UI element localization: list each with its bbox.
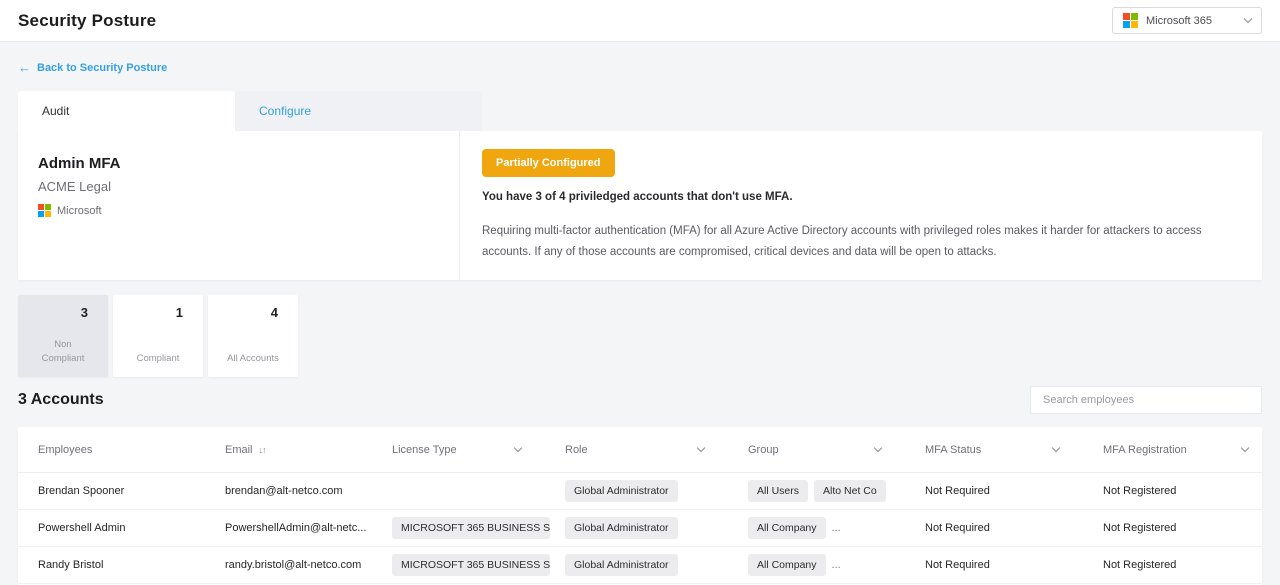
policy-title: Admin MFA [38,155,439,172]
group-chip: All Users [748,480,808,502]
table-row[interactable]: Powershell AdminPowershellAdmin@alt-netc… [18,510,1262,547]
stat-label: Non Compliant [18,338,108,378]
employee-name: Powershell Admin [38,522,225,534]
tab-bar: Audit Configure [18,91,1262,131]
topbar: Security Posture Microsoft 365 [0,0,1280,42]
column-label: Email [225,444,253,456]
table-body: Brendan Spoonerbrendan@alt-netco.com Glob… [18,473,1262,584]
groups-more: ... [832,559,841,571]
stat-card-compliant[interactable]: 1 Compliant [113,295,203,377]
group-cell: All Company... [748,517,925,539]
policy-detail-card: Admin MFA ACME Legal Microsoft Partially… [18,131,1262,280]
accounts-count-title: 3 Accounts [18,391,104,409]
stat-card-all-accounts[interactable]: 4 All Accounts [208,295,298,377]
chevron-down-icon [1052,444,1060,452]
stat-value: 1 [176,295,203,320]
mfa-status-value: Not Required [925,485,1103,497]
page-title: Security Posture [18,11,156,31]
sort-icons[interactable]: ↓↑ [259,445,266,455]
column-label: MFA Status [925,444,981,456]
group-cell: All Users Alto Net Co [748,480,925,502]
mfa-registration-value: Not Registered [1103,522,1262,534]
role-chip: Global Administrator [565,480,678,502]
column-header-license-type[interactable]: License Type [392,444,565,456]
license-chip: MICROSOFT 365 BUSINESS STAN [392,554,550,576]
status-badge: Partially Configured [482,149,615,177]
role-cell: Global Administrator [565,480,748,502]
tab-audit[interactable]: Audit [18,91,235,131]
column-header-group[interactable]: Group [748,444,925,456]
table-header: Employees Email ↓↑ License Type Role Gro… [18,427,1262,473]
license-cell: MICROSOFT 365 BUSINESS STAN [392,554,565,576]
stat-card-non-compliant[interactable]: 3 Non Compliant [18,295,108,377]
tab-audit-label: Audit [42,104,69,118]
role-cell: Global Administrator [565,517,748,539]
microsoft-logo-icon [38,204,51,217]
license-cell: MICROSOFT 365 BUSINESS STAN [392,517,565,539]
email-value: randy.bristol@alt-netco.com [225,559,392,571]
column-header-email[interactable]: Email ↓↑ [225,444,392,456]
product-selector[interactable]: Microsoft 365 [1112,7,1262,34]
column-label: License Type [392,444,457,456]
chevron-down-icon [1241,444,1249,452]
column-header-mfa-status[interactable]: MFA Status [925,444,1103,456]
group-chip: All Company [748,554,826,576]
tab-configure-label: Configure [259,104,311,118]
employee-name: Brendan Spooner [38,485,225,497]
column-label: Employees [38,444,92,456]
column-header-mfa-registration[interactable]: MFA Registration [1103,444,1262,456]
accounts-table: Employees Email ↓↑ License Type Role Gro… [18,427,1262,585]
table-row[interactable]: Randy Bristolrandy.bristol@alt-netco.com… [18,547,1262,584]
column-header-employees: Employees [38,444,225,456]
back-link[interactable]: ← Back to Security Posture [18,60,167,75]
email-value: PowershellAdmin@alt-netc... [225,522,392,534]
back-link-label: Back to Security Posture [37,62,167,74]
content-area: ← Back to Security Posture Audit Configu… [0,42,1280,585]
sort-asc-icon: ↑ [262,445,266,455]
chevron-down-icon [697,444,705,452]
policy-status: Partially Configured You have 3 of 4 pri… [460,131,1262,280]
accounts-header: 3 Accounts [18,385,1262,415]
mfa-status-value: Not Required [925,522,1103,534]
column-label: MFA Registration [1103,444,1187,456]
chevron-down-icon [514,444,522,452]
stat-cards: 3 Non Compliant 1 Compliant 4 All Accoun… [18,295,1262,377]
policy-identity: Admin MFA ACME Legal Microsoft [18,131,460,280]
license-chip: MICROSOFT 365 BUSINESS STAN [392,517,550,539]
employee-name: Randy Bristol [38,559,225,571]
email-value: brendan@alt-netco.com [225,485,392,497]
stat-label: Compliant [113,352,203,378]
security-posture-page: Security Posture Microsoft 365 ← Back to… [0,0,1280,585]
mfa-status-value: Not Required [925,559,1103,571]
chevron-down-icon [874,444,882,452]
table-row[interactable]: Brendan Spoonerbrendan@alt-netco.com Glob… [18,473,1262,510]
group-chip: Alto Net Co [814,480,886,502]
stat-value: 4 [271,295,298,320]
product-selector-label: Microsoft 365 [1146,15,1237,27]
role-chip: Global Administrator [565,517,678,539]
search-input[interactable] [1030,386,1262,414]
microsoft-logo-icon [1123,13,1138,28]
status-description: Requiring multi-factor authentication (M… [482,221,1226,262]
stat-value: 3 [81,295,108,320]
company-name: ACME Legal [38,179,439,194]
status-summary: You have 3 of 4 priviledged accounts tha… [482,191,1226,203]
groups-more: ... [832,522,841,534]
column-label: Group [748,444,779,456]
group-cell: All Company... [748,554,925,576]
role-cell: Global Administrator [565,554,748,576]
back-arrow-icon: ← [18,60,31,75]
column-label: Role [565,444,588,456]
column-header-role[interactable]: Role [565,444,748,456]
role-chip: Global Administrator [565,554,678,576]
tab-configure[interactable]: Configure [235,91,482,131]
group-chip: All Company [748,517,826,539]
chevron-down-icon [1244,14,1252,22]
mfa-registration-value: Not Registered [1103,559,1262,571]
mfa-registration-value: Not Registered [1103,485,1262,497]
provider-row: Microsoft [38,204,439,217]
stat-label: All Accounts [208,352,298,378]
provider-label: Microsoft [57,205,102,217]
